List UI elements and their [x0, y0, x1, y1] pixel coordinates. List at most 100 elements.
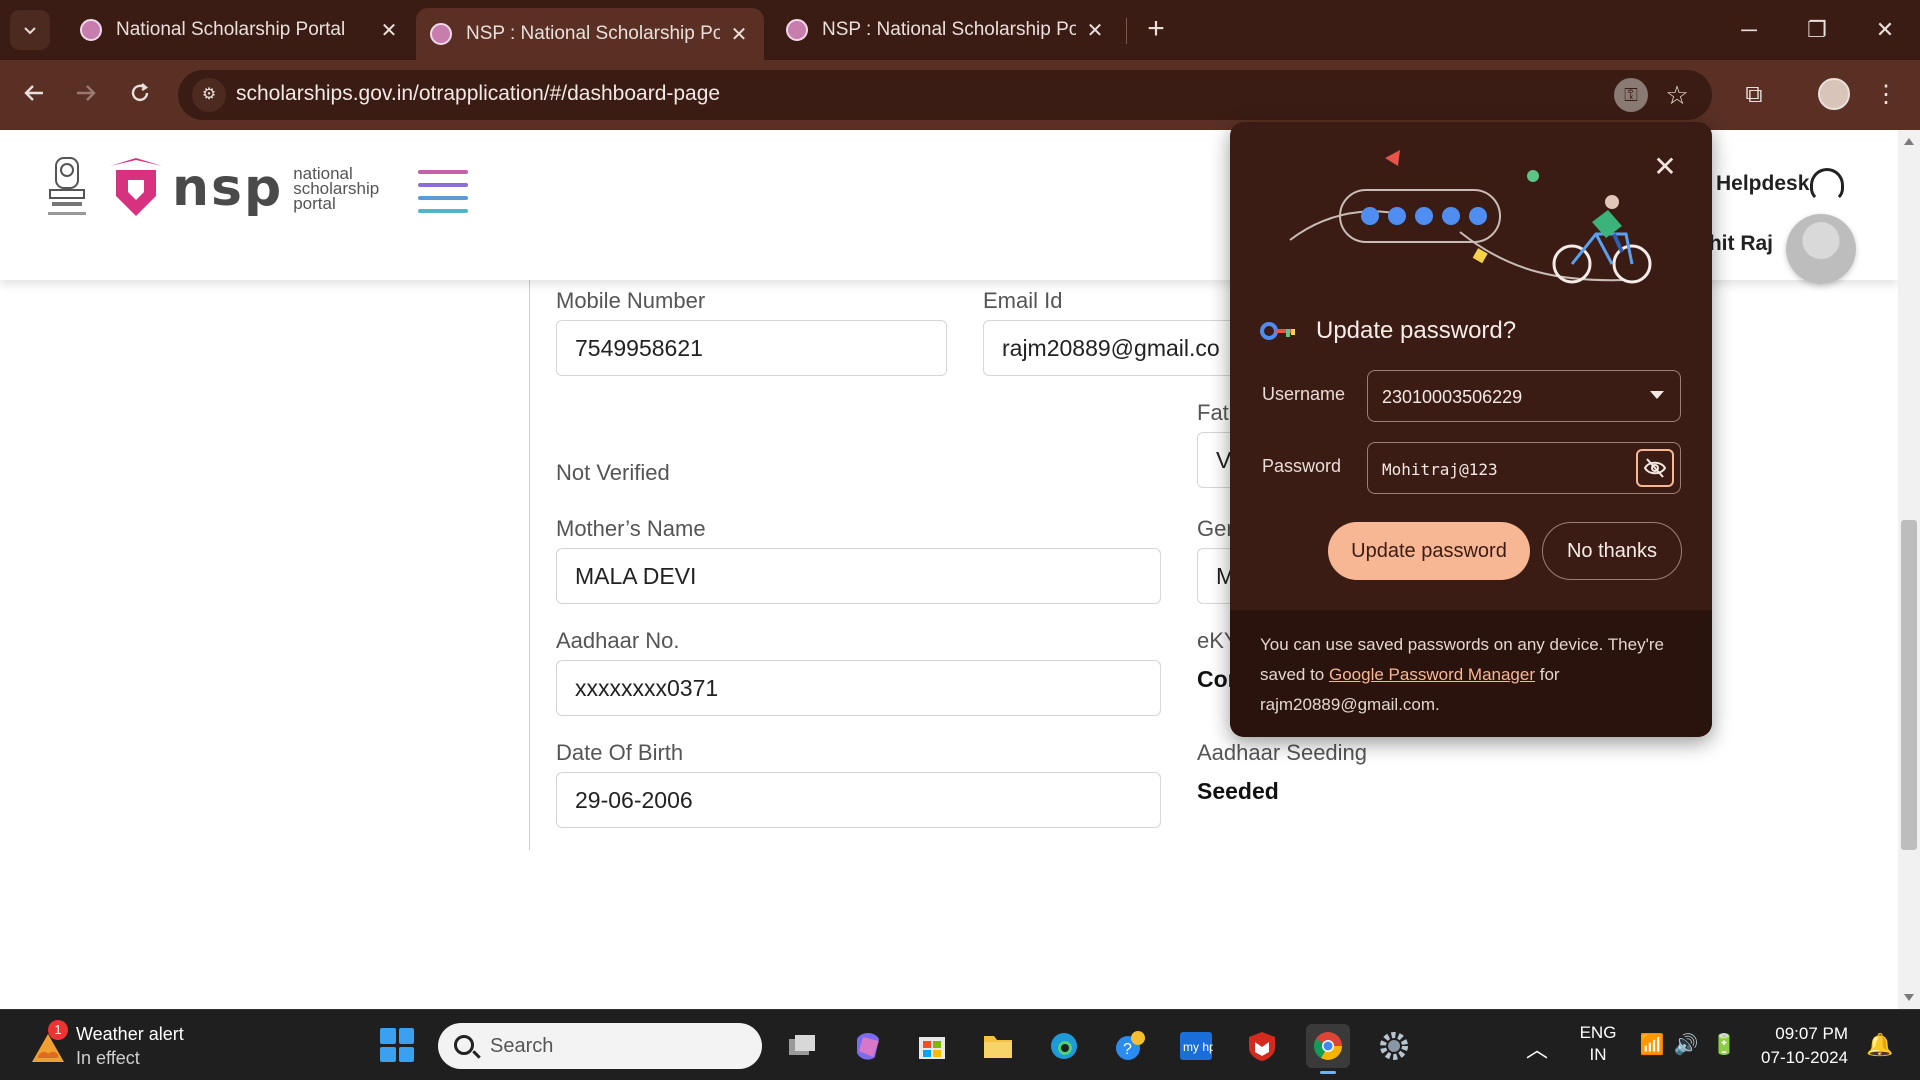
headset-icon[interactable]: [1810, 168, 1844, 202]
tab-title: NSP : National Scholarship Portal: [466, 23, 720, 44]
back-button[interactable]: [14, 75, 54, 115]
new-tab-button[interactable]: +: [1138, 12, 1174, 48]
nsp-favicon-icon: [786, 19, 808, 41]
edge-icon[interactable]: [1042, 1024, 1086, 1068]
username-select[interactable]: 23010003506229: [1367, 370, 1681, 422]
update-password-button[interactable]: Update password: [1328, 522, 1530, 580]
tab-nsp-3[interactable]: NSP : National Scholarship Portal ✕: [772, 8, 1120, 52]
scrollbar-thumb[interactable]: [1901, 520, 1917, 850]
chrome-icon[interactable]: [1306, 1024, 1350, 1074]
svg-text:?: ?: [1123, 1041, 1132, 1058]
taskbar-search[interactable]: Search: [438, 1023, 762, 1069]
tab-close-icon[interactable]: ✕: [728, 22, 750, 47]
tab-separator: [1126, 18, 1127, 44]
url-text: scholarships.gov.in/otrapplication/#/das…: [236, 82, 721, 105]
hamburger-menu-icon[interactable]: [418, 170, 468, 214]
address-bar[interactable]: ⚙ scholarships.gov.in/otrapplication/#/d…: [178, 70, 1712, 120]
scroll-down-arrow-icon[interactable]: [1904, 994, 1914, 1001]
aadhaar-seeding-label: Aadhaar Seeding: [1197, 740, 1368, 765]
notification-bell-icon[interactable]: 🔔: [1866, 1032, 1893, 1058]
no-thanks-button[interactable]: No thanks: [1542, 522, 1682, 580]
battery-icon[interactable]: 🔋: [1710, 1032, 1738, 1057]
dob-field[interactable]: 29-06-2006: [556, 772, 1161, 828]
browser-toolbar: ⚙ scholarships.gov.in/otrapplication/#/d…: [0, 60, 1920, 130]
aadhaar-field[interactable]: xxxxxxxx0371: [556, 660, 1161, 716]
myhp-icon[interactable]: my hp: [1174, 1024, 1218, 1068]
password-field[interactable]: Mohitraj@123: [1367, 442, 1681, 494]
hide-password-button[interactable]: [1636, 449, 1674, 487]
aadhaar-label: Aadhaar No.: [556, 628, 680, 653]
password-key-icon[interactable]: ⚿: [1614, 78, 1648, 112]
site-info-icon[interactable]: ⚙: [192, 78, 226, 112]
footer-text: for: [1535, 665, 1560, 684]
verification-status: Not Verified: [556, 460, 670, 485]
lang-region: IN: [1589, 1045, 1607, 1064]
minimize-button[interactable]: ─: [1724, 10, 1774, 50]
tab-title: NSP : National Scholarship Portal: [822, 19, 1076, 40]
close-window-button[interactable]: ✕: [1860, 10, 1910, 50]
chevron-down-icon: [24, 27, 36, 35]
copilot-icon[interactable]: [846, 1024, 890, 1068]
settings-gear-icon[interactable]: [1372, 1024, 1416, 1068]
tab-national-scholarship-portal[interactable]: National Scholarship Portal ✕: [66, 8, 414, 52]
weather-subtitle: In effect: [76, 1048, 140, 1068]
page-scrollbar[interactable]: [1898, 130, 1920, 1009]
language-indicator[interactable]: ENG IN: [1578, 1022, 1618, 1066]
mother-name-field[interactable]: MALA DEVI: [556, 548, 1161, 604]
mother-name-label: Mother’s Name: [556, 516, 706, 541]
tab-close-icon[interactable]: ✕: [378, 18, 400, 43]
mobile-field[interactable]: 7549958621: [556, 320, 947, 376]
bookmark-star-icon[interactable]: ☆: [1660, 78, 1694, 112]
forward-arrow-icon: [77, 85, 96, 101]
nsp-logo-text: nsp: [172, 158, 284, 218]
profile-avatar[interactable]: [1818, 78, 1850, 110]
forward-button[interactable]: [66, 75, 106, 115]
windows-taskbar: 1 Weather alert In effect Search ? my hp…: [0, 1009, 1920, 1080]
mobile-label: Mobile Number: [556, 288, 706, 313]
username-value: 23010003506229: [1382, 387, 1523, 407]
logo-sub-line: portal: [293, 193, 336, 213]
svg-text:my hp: my hp: [1183, 1040, 1213, 1054]
volume-icon[interactable]: 🔊: [1672, 1032, 1700, 1057]
nsp-logo[interactable]: nsp national scholarship portal: [108, 156, 379, 220]
lang-code: ENG: [1579, 1023, 1617, 1042]
dialog-title: Update password?: [1316, 317, 1517, 344]
tab-close-icon[interactable]: ✕: [1084, 18, 1106, 43]
national-emblem-icon: [48, 157, 86, 215]
aadhaar-seeding-value: Seeded: [1197, 778, 1279, 804]
scroll-up-arrow-icon[interactable]: [1904, 138, 1914, 145]
cyclist-illustration: [1289, 150, 1652, 284]
start-windows-icon[interactable]: [380, 1028, 414, 1062]
close-dialog-button[interactable]: ✕: [1650, 152, 1680, 182]
task-view-icon[interactable]: [780, 1024, 824, 1068]
system-clock[interactable]: 09:07 PM 07-10-2024: [1752, 1022, 1848, 1070]
clock-time: 09:07 PM: [1775, 1024, 1848, 1043]
password-value: Mohitraj@123: [1382, 460, 1498, 479]
nsp-favicon-icon: [430, 23, 452, 45]
helpdesk-link[interactable]: Helpdesk: [1716, 172, 1809, 196]
dialog-footer: You can use saved passwords on any devic…: [1230, 610, 1712, 737]
nsp-logo-subtitle: national scholarship portal: [293, 165, 379, 213]
file-explorer-icon[interactable]: [976, 1024, 1020, 1068]
menu-kebab-icon[interactable]: ⋮: [1866, 75, 1906, 115]
nsp-shield-icon: [110, 158, 162, 216]
weather-title[interactable]: Weather alert: [76, 1024, 184, 1045]
restore-button[interactable]: ❐: [1792, 10, 1842, 50]
extensions-puzzle-icon[interactable]: ⧉: [1734, 75, 1774, 115]
dialog-title-row: Update password?: [1260, 317, 1516, 345]
email-field[interactable]: rajm20889@gmail.co: [983, 320, 1243, 376]
gender-label: Ger: [1197, 516, 1234, 541]
user-avatar[interactable]: [1786, 214, 1856, 284]
father-name-label: Fat: [1197, 400, 1229, 425]
tray-overflow-chevron-icon[interactable]: ︿: [1526, 1032, 1548, 1064]
get-help-icon[interactable]: ?: [1108, 1024, 1152, 1068]
microsoft-store-icon[interactable]: [910, 1024, 954, 1068]
active-app-indicator: [1320, 1071, 1336, 1074]
mcafee-icon[interactable]: [1240, 1024, 1284, 1068]
wifi-icon[interactable]: 📶: [1638, 1032, 1666, 1057]
tab-search-button[interactable]: [10, 10, 50, 50]
tab-nsp-active[interactable]: NSP : National Scholarship Portal ✕: [416, 8, 764, 60]
email-label: Email Id: [983, 288, 1063, 313]
password-manager-link[interactable]: Google Password Manager: [1329, 665, 1535, 684]
reload-button[interactable]: [120, 75, 160, 115]
